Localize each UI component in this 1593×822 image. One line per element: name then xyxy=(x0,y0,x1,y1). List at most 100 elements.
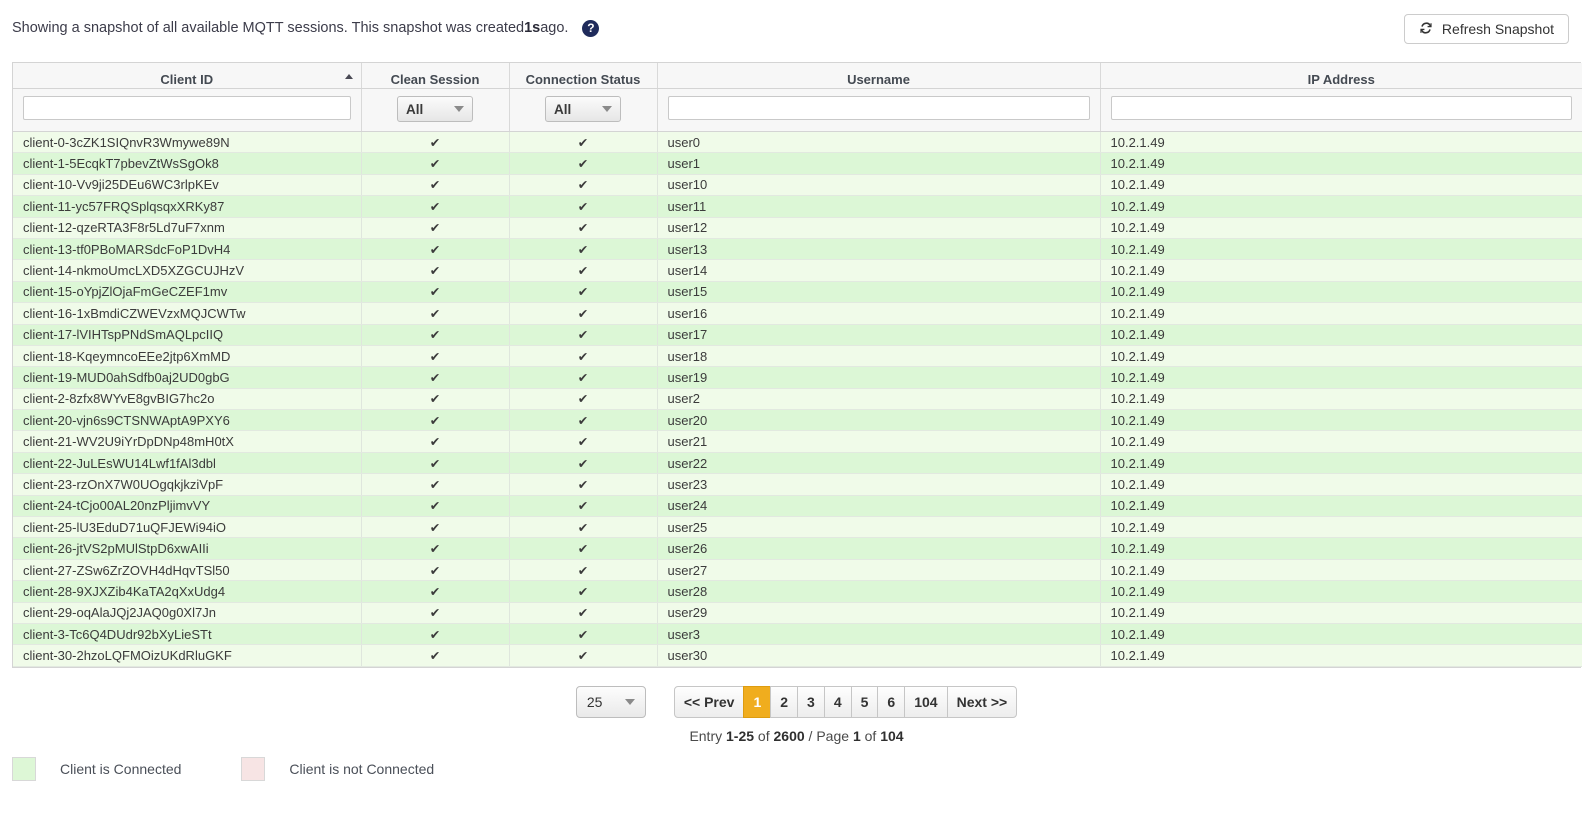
check-icon: ✔ xyxy=(429,285,441,300)
table-row[interactable]: client-25-lU3EduD71uQFJEWi94iO ✔ ✔ user25 10… xyxy=(13,516,1582,539)
next-page-button[interactable]: Next >> xyxy=(946,686,1018,718)
cell-ip-address: 10.2.1.49 xyxy=(1100,537,1582,560)
cell-ip-address: 10.2.1.49 xyxy=(1100,644,1582,667)
cell-username: user18 xyxy=(657,345,1101,368)
cell-username: user2 xyxy=(657,388,1101,411)
legend-swatch xyxy=(241,757,266,781)
table-row[interactable]: client-17-lVIHTspPNdSmAQLpcIIQ ✔ ✔ user17 10… xyxy=(13,324,1582,346)
cell-clean-session: ✔ xyxy=(361,452,510,475)
check-icon: ✔ xyxy=(429,328,441,343)
table-row[interactable]: client-0-3cZK1SIQnvR3Wmywe89N ✔ ✔ user0 10.2… xyxy=(13,131,1582,154)
filter-input-client-id[interactable] xyxy=(23,96,351,120)
table-row[interactable]: client-16-1xBmdiCZWEVzxMQJCWTw ✔ ✔ user16 10… xyxy=(13,302,1582,325)
page-button-3[interactable]: 3 xyxy=(797,686,825,718)
refresh-snapshot-button[interactable]: Refresh Snapshot xyxy=(1403,14,1569,44)
cell-clean-session: ✔ xyxy=(361,195,510,218)
question-mark-circle-icon[interactable]: ? xyxy=(582,19,600,37)
table-row[interactable]: client-18-KqeymncoEEe2jtp6XmMD ✔ ✔ user18 10… xyxy=(13,345,1582,368)
cell-clean-session: ✔ xyxy=(361,366,510,389)
table-row[interactable]: client-29-oqAlaJQj2JAQ0g0Xl7Jn ✔ ✔ user29 10… xyxy=(13,602,1582,624)
table-row[interactable]: client-2-8zfx8WYvE8gvBIG7hc2o ✔ ✔ user2 10.2… xyxy=(13,388,1582,411)
filter-select-clean-session[interactable]: All xyxy=(397,96,473,122)
column-header-connection-status[interactable]: Connection Status xyxy=(509,63,658,89)
cell-clean-session: ✔ xyxy=(361,623,510,646)
header-label-row: Client ID Clean Session Connection Status U… xyxy=(13,63,1582,89)
entry-summary: Entry 1-25 of 2600 / Page 1 of 104 xyxy=(0,728,1593,744)
check-icon: ✔ xyxy=(577,221,589,236)
cell-connection-status: ✔ xyxy=(509,131,658,154)
cell-ip-address: 10.2.1.49 xyxy=(1100,516,1582,539)
column-header-label: IP Address xyxy=(1307,72,1375,87)
table-row[interactable]: client-10-Vv9ji25DEu6WC3rlpKEv ✔ ✔ user10 10… xyxy=(13,174,1582,197)
table-row[interactable]: client-11-yc57FRQSplqsqxXRKy87 ✔ ✔ user11 10… xyxy=(13,195,1582,218)
cell-clean-session: ✔ xyxy=(361,409,510,432)
cell-ip-address: 10.2.1.49 xyxy=(1100,473,1582,496)
check-icon: ✔ xyxy=(429,349,441,364)
page-button-1[interactable]: 1 xyxy=(743,686,772,718)
table-row[interactable]: client-12-qzeRTA3F8r5Ld7uF7xnm ✔ ✔ user12 10… xyxy=(13,217,1582,239)
table-row[interactable]: client-27-ZSw6ZrZOVH4dHqvTSl50 ✔ ✔ user27 10… xyxy=(13,559,1582,582)
cell-client-id: client-29-oqAlaJQj2JAQ0g0Xl7Jn xyxy=(13,602,362,624)
page-size-value: 25 xyxy=(586,694,603,710)
table-row[interactable]: client-23-rzOnX7W0UOgqkjkziVpF ✔ ✔ user23 10… xyxy=(13,473,1582,496)
filter-input-username[interactable] xyxy=(667,96,1090,120)
cell-client-id: client-25-lU3EduD71uQFJEWi94iO xyxy=(13,516,362,539)
entry-total-pages: 104 xyxy=(880,728,904,744)
table-row[interactable]: client-1-5EcqkT7pbevZtWsSgOk8 ✔ ✔ user1 10.2… xyxy=(13,152,1582,175)
status-legend: Client is Connected Client is not Connect… xyxy=(12,757,494,781)
cell-username: user20 xyxy=(657,409,1101,432)
cell-ip-address: 10.2.1.49 xyxy=(1100,345,1582,368)
cell-username: user16 xyxy=(657,302,1101,325)
filter-cell xyxy=(1101,89,1583,129)
legend-label: Client is Connected xyxy=(60,761,182,777)
cell-username: user29 xyxy=(657,602,1101,624)
check-icon: ✔ xyxy=(429,392,441,407)
table-row[interactable]: client-28-9XJXZib4KaTA2qXxUdg4 ✔ ✔ user28 10… xyxy=(13,580,1582,603)
check-icon: ✔ xyxy=(577,370,589,385)
table-row[interactable]: client-30-2hzoLQFMOizUKdRluGKF ✔ ✔ user30 10… xyxy=(13,644,1582,667)
snapshot-text-after: ago. xyxy=(540,20,569,36)
column-header-client-id[interactable]: Client ID xyxy=(13,63,362,89)
check-icon: ✔ xyxy=(577,157,589,172)
sort-ascending-icon[interactable] xyxy=(344,74,353,79)
table-row[interactable]: client-13-tf0PBoMARSdcFoP1DvH4 ✔ ✔ user13 10… xyxy=(13,238,1582,261)
column-header-ip-address[interactable]: IP Address xyxy=(1100,63,1582,89)
cell-client-id: client-26-jtVS2pMUlStpD6xwAIIi xyxy=(13,537,362,560)
table-row[interactable]: client-3-Tc6Q4DUdr92bXyLieSTt ✔ ✔ user3 10.2… xyxy=(13,623,1582,646)
table-row[interactable]: client-26-jtVS2pMUlStpD6xwAIIi ✔ ✔ user26 10… xyxy=(13,537,1582,560)
page-size-select[interactable]: 25 xyxy=(575,686,646,718)
cell-client-id: client-1-5EcqkT7pbevZtWsSgOk8 xyxy=(13,152,362,175)
table-row[interactable]: client-15-oYpjZlOjaFmGeCZEF1mv ✔ ✔ user15 10… xyxy=(13,281,1582,304)
cell-connection-status: ✔ xyxy=(509,238,658,261)
cell-ip-address: 10.2.1.49 xyxy=(1100,623,1582,646)
table-row[interactable]: client-14-nkmoUmcLXD5XZGCUJHzV ✔ ✔ user14 10… xyxy=(13,259,1582,282)
prev-page-button[interactable]: << Prev xyxy=(673,686,745,718)
column-header-label: Client ID xyxy=(160,72,214,87)
filter-select-connection-status[interactable]: All xyxy=(545,96,621,122)
refresh-snapshot-label: Refresh Snapshot xyxy=(1441,21,1554,37)
check-icon: ✔ xyxy=(577,542,589,557)
page-button-104[interactable]: 104 xyxy=(904,686,948,718)
cell-connection-status: ✔ xyxy=(509,302,658,325)
cell-client-id: client-13-tf0PBoMARSdcFoP1DvH4 xyxy=(13,238,362,261)
page-button-4[interactable]: 4 xyxy=(823,686,852,718)
cell-clean-session: ✔ xyxy=(361,152,510,175)
cell-username: user12 xyxy=(657,217,1101,239)
page-button-6[interactable]: 6 xyxy=(877,686,906,718)
filter-cell xyxy=(658,89,1100,129)
cell-username: user28 xyxy=(657,580,1101,603)
column-header-username[interactable]: Username xyxy=(657,63,1101,89)
cell-client-id: client-23-rzOnX7W0UOgqkjkziVpF xyxy=(13,473,362,496)
table-row[interactable]: client-20-vjn6s9CTSNWAptA9PXY6 ✔ ✔ user20 10… xyxy=(13,409,1582,432)
table-row[interactable]: client-21-WV2U9iYrDpDNp48mH0tX ✔ ✔ user21 10… xyxy=(13,430,1582,453)
filter-input-ip-address[interactable] xyxy=(1110,96,1572,120)
page-button-2[interactable]: 2 xyxy=(770,686,799,718)
table-row[interactable]: client-19-MUD0ahSdfb0aj2UD0gbG ✔ ✔ user19 10… xyxy=(13,366,1582,389)
column-header-clean-session[interactable]: Clean Session xyxy=(361,63,510,89)
page-button-5[interactable]: 5 xyxy=(850,686,879,718)
chevron-down-icon xyxy=(602,106,612,112)
check-icon: ✔ xyxy=(429,542,441,557)
check-icon: ✔ xyxy=(429,435,441,450)
table-row[interactable]: client-24-tCjo00AL20nzPljimvVY ✔ ✔ user24 10… xyxy=(13,495,1582,518)
table-row[interactable]: client-22-JuLEsWU14Lwf1fAl3dbl ✔ ✔ user22 10… xyxy=(13,452,1582,475)
